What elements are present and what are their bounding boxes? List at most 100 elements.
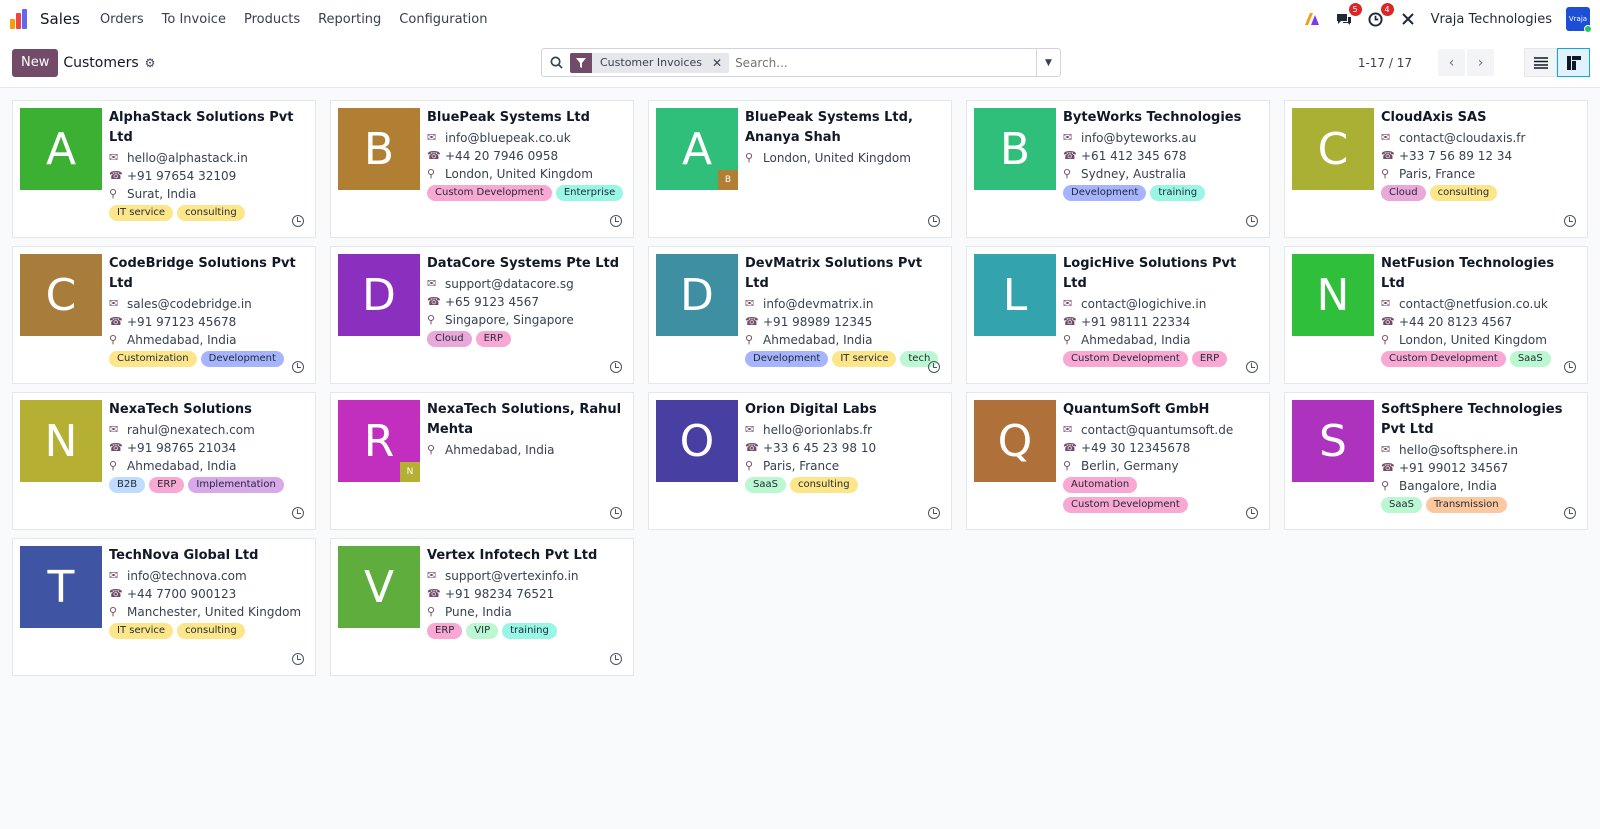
customer-phone: ☎ +91 98989 12345 [745,313,944,331]
menu-products[interactable]: Products [244,12,300,27]
tag-list: Custom Development SaaS [1381,351,1580,367]
customer-location: ⚲ Singapore, Singapore [427,311,619,329]
customer-card[interactable]: V Vertex Infotech Pvt Ltd ✉ support@vertexi… [330,538,634,676]
customer-location-value: London, United Kingdom [445,167,593,181]
customer-location-value: London, United Kingdom [1399,333,1547,347]
customer-location: ⚲ London, United Kingdom [1381,331,1580,349]
activity-clock-icon[interactable] [928,215,940,227]
tag-badge: consulting [789,477,858,493]
activity-clock-icon[interactable] [1564,507,1576,519]
customer-location: ⚲ Bangalore, India [1381,477,1580,495]
menu-reporting[interactable]: Reporting [318,12,381,27]
menu-orders[interactable]: Orders [100,12,144,27]
customer-avatar: S [1292,400,1374,482]
activity-clock-icon[interactable] [610,653,622,665]
customer-card[interactable]: D DevMatrix Solutions Pvt Ltd ✉ info@devmat… [648,246,952,384]
customer-name: Orion Digital Labs [745,402,877,417]
tools-icon[interactable] [1399,10,1417,28]
activity-clock-icon[interactable] [292,653,304,665]
customer-card[interactable]: N NexaTech Solutions ✉ rahul@nexatech.com ☎ +… [12,392,316,530]
customer-phone: ☎ +91 99012 34567 [1381,459,1580,477]
phone-icon: ☎ [745,441,759,454]
activity-clock-icon[interactable] [610,215,622,227]
customer-avatar: RN [338,400,420,482]
app-name[interactable]: Sales [40,10,80,28]
customer-phone: ☎ +49 30 12345678 [1063,439,1262,457]
customer-card[interactable]: S SoftSphere Technologies Pvt Ltd ✉ hello@s… [1284,392,1588,530]
activity-clock-icon[interactable] [928,361,940,373]
customer-card[interactable]: R N NexaTech Solutions, Rahul Mehta ⚲ Ahmeda… [330,392,634,530]
customer-card[interactable]: L LogicHive Solutions Pvt Ltd ✉ contact@log… [966,246,1270,384]
tag-list: IT service consulting [109,623,301,639]
menu-to-invoice[interactable]: To Invoice [162,12,226,27]
phone-icon: ☎ [427,295,441,308]
customer-card[interactable]: Q QuantumSoft GmbH ✉ contact@quantumsoft.de… [966,392,1270,530]
tag-badge: Custom Development [1381,351,1506,367]
tag-badge: IT service [109,623,174,639]
user-avatar[interactable]: Vraja [1566,7,1592,33]
activity-clock-icon[interactable] [292,361,304,373]
customer-name: NetFusion Technologies Ltd [1381,256,1555,291]
customer-location-value: Surat, India [127,187,197,201]
activity-clock-icon[interactable] [1246,215,1258,227]
customer-avatar: D [338,254,420,336]
customer-phone: ☎ +91 98765 21034 [109,439,284,457]
pager-previous-icon[interactable]: ‹ [1438,49,1465,76]
customer-card[interactable]: A B BluePeak Systems Ltd, Ananya Shah ⚲ Lond… [648,100,952,238]
map-marker-icon: ⚲ [745,459,754,472]
map-marker-icon: ⚲ [427,167,436,180]
pager-next-icon[interactable]: › [1467,49,1494,76]
customer-card[interactable]: B BluePeak Systems Ltd ✉ info@bluepeak.co.u… [330,100,634,238]
gear-icon[interactable]: ⚙ [145,56,156,70]
company-switcher[interactable]: Vraja Technologies [1431,12,1552,27]
activity-clock-icon[interactable] [928,507,940,519]
activity-clock-icon[interactable] [610,361,622,373]
activity-clock-icon[interactable] [1246,361,1258,373]
customer-avatar-initial: O [679,415,715,467]
phone-icon: ☎ [745,315,759,328]
activity-clock-icon[interactable] [610,507,622,519]
customer-card[interactable]: D DataCore Systems Pte Ltd ✉ support@dataco… [330,246,634,384]
messages-icon[interactable]: 5 [1335,3,1362,28]
customer-card[interactable]: O Orion Digital Labs ✉ hello@orionlabs.fr ☎ +… [648,392,952,530]
customer-location-value: Ahmedabad, India [763,333,873,347]
menu-configuration[interactable]: Configuration [399,12,487,27]
customer-card[interactable]: C CloudAxis SAS ✉ contact@cloudaxis.fr ☎ +33 … [1284,100,1588,238]
list-view-icon[interactable] [1524,48,1557,77]
activity-clock-icon[interactable] [1246,507,1258,519]
tag-badge: Implementation [188,477,284,493]
map-marker-icon: ⚲ [1063,333,1072,346]
envelope-icon: ✉ [745,297,755,310]
customer-card[interactable]: C CodeBridge Solutions Pvt Ltd ✉ sales@code… [12,246,316,384]
activity-clock-icon[interactable]: 4 [1367,3,1394,28]
search-options-toggle[interactable]: ▼ [1036,49,1060,76]
search-input[interactable] [729,55,1036,70]
customer-card[interactable]: N NetFusion Technologies Ltd ✉ contact@netf… [1284,246,1588,384]
search-icon[interactable] [542,56,570,69]
envelope-icon: ✉ [1381,443,1391,456]
customer-phone-value: +91 98765 21034 [127,441,237,455]
customer-card[interactable]: B ByteWorks Technologies ✉ info@byteworks.a… [966,100,1270,238]
ai-icon[interactable] [1303,10,1321,28]
customer-avatar: T [20,546,102,628]
customer-email: ✉ hello@softsphere.in [1381,441,1580,459]
activity-clock-icon[interactable] [292,507,304,519]
top-navbar: Sales Orders To Invoice Products Reporti… [0,0,1600,38]
activity-clock-icon[interactable] [292,215,304,227]
new-button[interactable]: New [12,48,59,77]
sales-app-icon[interactable] [10,9,30,29]
activity-clock-icon[interactable] [1564,215,1576,227]
customer-name: AlphaStack Solutions Pvt Ltd [109,110,294,145]
customer-avatar-initial: C [45,269,77,321]
customer-email: ✉ rahul@nexatech.com [109,421,284,439]
pager-value[interactable]: 1-17 / 17 [1358,56,1412,70]
customer-card[interactable]: A AlphaStack Solutions Pvt Ltd ✉ hello@alph… [12,100,316,238]
control-panel: New Customers ⚙ Customer Invoices ✕ ▼ 1-… [0,38,1600,88]
kanban-view-icon[interactable] [1557,48,1590,77]
remove-facet-icon[interactable]: ✕ [710,56,729,70]
customer-name: CloudAxis SAS [1381,110,1487,125]
customer-card[interactable]: T TechNova Global Ltd ✉ info@technova.com ☎ +… [12,538,316,676]
customer-name: CodeBridge Solutions Pvt Ltd [109,256,296,291]
activity-clock-icon[interactable] [1564,361,1576,373]
tag-badge: training [502,623,557,639]
